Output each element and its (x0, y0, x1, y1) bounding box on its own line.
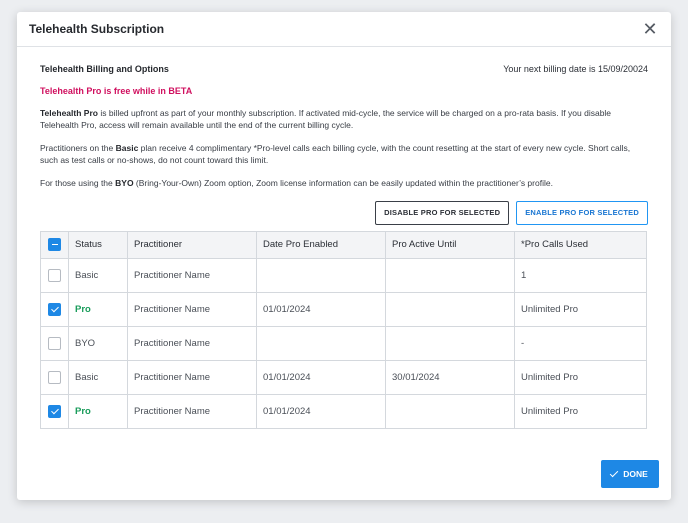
cell-calls-used: Unlimited Pro (514, 393, 647, 429)
modal-body: Telehealth Billing and Options Your next… (17, 64, 671, 429)
done-label: DONE (623, 469, 648, 479)
cell-practitioner: Practitioner Name (127, 291, 257, 327)
cell-active-until (385, 291, 515, 327)
paragraph-text: (Bring-Your-Own) Zoom option, Zoom licen… (133, 178, 553, 188)
select-all-cell (40, 230, 69, 259)
cell-date-enabled: 01/01/2024 (256, 393, 386, 429)
paragraph-bold: Basic (115, 143, 139, 153)
check-icon (609, 468, 619, 477)
paragraph-bold: Telehealth Pro (40, 108, 98, 118)
practitioner-table: Status Practitioner Date Pro Enabled Pro… (40, 230, 647, 429)
cell-practitioner: Practitioner Name (127, 393, 257, 429)
paragraph-billing: Telehealth Pro is billed upfront as part… (40, 108, 648, 131)
bulk-actions: DISABLE PRO FOR SELECTED ENABLE PRO FOR … (40, 200, 648, 225)
row-select-cell (40, 291, 69, 327)
cell-calls-used: - (514, 325, 647, 361)
cell-active-until (385, 257, 515, 293)
header-practitioner: Practitioner (127, 230, 257, 259)
cell-status: Pro (68, 291, 128, 327)
row-select-cell (40, 325, 69, 361)
cell-status: Basic (68, 257, 128, 293)
row-checkbox[interactable] (48, 404, 61, 418)
cell-status: Pro (68, 393, 128, 429)
enable-pro-button[interactable]: ENABLE PRO FOR SELECTED (516, 200, 648, 225)
cell-active-until (385, 325, 515, 361)
disable-pro-button[interactable]: DISABLE PRO FOR SELECTED (375, 200, 510, 225)
done-button[interactable]: DONE (601, 460, 659, 488)
cell-calls-used: Unlimited Pro (514, 291, 647, 327)
cell-practitioner: Practitioner Name (127, 325, 257, 361)
table-header-row: Status Practitioner Date Pro Enabled Pro… (40, 230, 647, 259)
telehealth-subscription-modal: Telehealth Subscription ✕ Telehealth Bil… (17, 12, 671, 500)
paragraph-basic-plan: Practitioners on the Basic plan receive … (40, 143, 648, 166)
billing-header: Telehealth Billing and Options Your next… (40, 64, 648, 74)
header-active-until: Pro Active Until (385, 230, 515, 259)
cell-status: Basic (68, 359, 128, 395)
paragraph-byo: For those using the BYO (Bring-Your-Own)… (40, 178, 648, 190)
table-row: BYO Practitioner Name - (40, 325, 647, 361)
select-all-checkbox[interactable] (48, 238, 61, 251)
table-row: Pro Practitioner Name 01/01/2024 Unlimit… (40, 393, 647, 429)
cell-active-until (385, 393, 515, 429)
row-checkbox[interactable] (48, 268, 61, 282)
row-select-cell (40, 359, 69, 395)
paragraph-text: For those using the (40, 178, 116, 188)
cell-practitioner: Practitioner Name (127, 257, 257, 293)
row-select-cell (40, 257, 69, 293)
row-checkbox[interactable] (48, 336, 61, 350)
cell-status: BYO (68, 325, 128, 361)
table-row: Basic Practitioner Name 1 (40, 257, 647, 293)
cell-date-enabled: 01/01/2024 (256, 291, 386, 327)
header-date-enabled: Date Pro Enabled (256, 230, 386, 259)
row-checkbox[interactable] (48, 302, 61, 316)
beta-notice: Telehealth Pro is free while in BETA (40, 86, 193, 96)
header-status: Status (68, 230, 128, 259)
next-billing-date: Your next billing date is 15/09/20024 (503, 64, 648, 74)
paragraph-text: Practitioners on the (40, 143, 116, 153)
cell-date-enabled: 01/01/2024 (256, 359, 386, 395)
cell-date-enabled (256, 257, 386, 293)
paragraph-text: is billed upfront as part of your monthl… (40, 108, 612, 130)
modal-header: Telehealth Subscription ✕ (17, 12, 671, 47)
row-checkbox[interactable] (48, 370, 61, 384)
cell-active-until: 30/01/2024 (385, 359, 515, 395)
paragraph-bold: BYO (115, 178, 134, 188)
table-row: Basic Practitioner Name 01/01/2024 30/01… (40, 359, 647, 395)
cell-calls-used: 1 (514, 257, 647, 293)
header-calls-used: *Pro Calls Used (514, 230, 647, 259)
section-title: Telehealth Billing and Options (40, 64, 169, 74)
table-row: Pro Practitioner Name 01/01/2024 Unlimit… (40, 291, 647, 327)
cell-date-enabled (256, 325, 386, 361)
modal-title: Telehealth Subscription (29, 22, 165, 36)
cell-calls-used: Unlimited Pro (514, 359, 647, 395)
close-icon[interactable]: ✕ (641, 20, 659, 38)
cell-practitioner: Practitioner Name (127, 359, 257, 395)
row-select-cell (40, 393, 69, 429)
